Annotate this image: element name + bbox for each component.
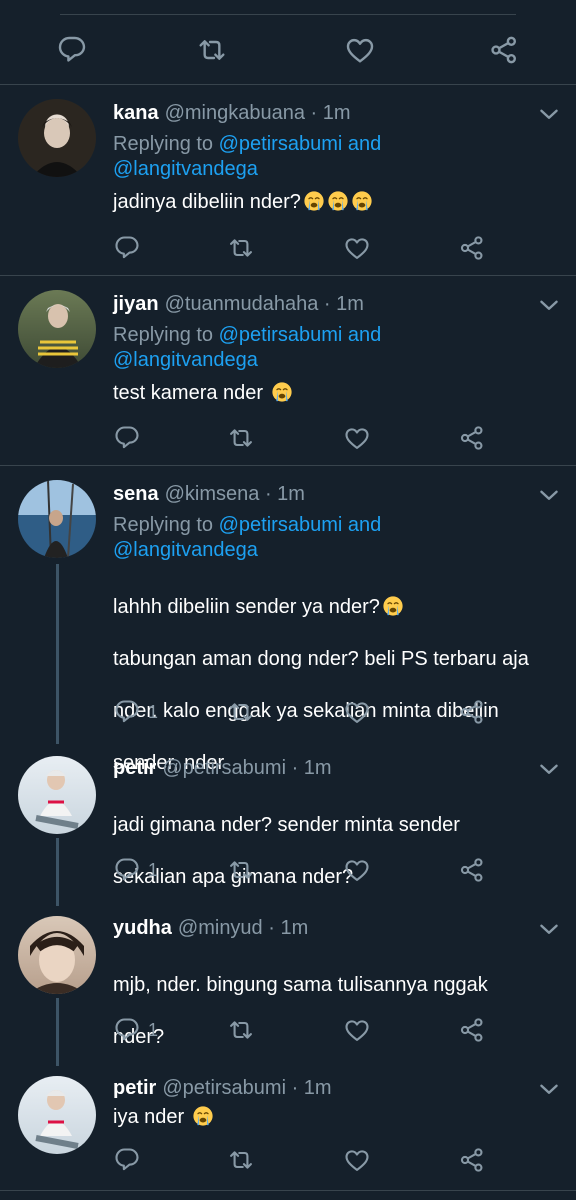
avatar[interactable] (18, 756, 96, 834)
handle[interactable]: @tuanmudahaha (165, 293, 319, 315)
reply-tweet[interactable]: petir @petirsabumi · 1m iya nder (0, 1066, 576, 1190)
reply-icon[interactable] (113, 1146, 141, 1174)
timestamp[interactable]: · 1m (311, 102, 351, 124)
crying-emoji-icon (271, 381, 293, 403)
retweet-icon[interactable] (227, 1016, 255, 1044)
retweet-icon[interactable] (227, 1146, 255, 1174)
share-icon[interactable] (458, 424, 486, 452)
display-name[interactable]: petir (113, 757, 156, 779)
share-icon[interactable] (458, 856, 486, 884)
share-icon[interactable] (458, 1146, 486, 1174)
reply-icon[interactable] (113, 424, 141, 452)
like-icon[interactable] (344, 34, 376, 66)
handle[interactable]: @mingkabuana (165, 102, 305, 124)
timestamp[interactable]: · 1m (324, 293, 364, 315)
timestamp[interactable]: · 1m (268, 917, 308, 939)
like-icon[interactable] (343, 234, 371, 262)
like-icon[interactable] (343, 856, 371, 884)
share-icon[interactable] (458, 698, 486, 726)
mention-link[interactable]: @langitvandega (113, 349, 258, 371)
chevron-down-icon[interactable] (536, 482, 562, 513)
mention-link[interactable]: @langitvandega (113, 539, 258, 561)
retweet-icon[interactable] (196, 34, 228, 66)
tweet-header: petir @petirsabumi · 1m (113, 756, 332, 780)
like-icon[interactable] (343, 424, 371, 452)
handle[interactable]: @petirsabumi (162, 757, 286, 779)
like-icon[interactable] (343, 1146, 371, 1174)
retweet-icon[interactable] (227, 424, 255, 452)
replying-to: Replying to @petirsabumi and @langitvand… (113, 514, 382, 561)
tweet-header: kana @mingkabuana · 1m (113, 101, 351, 125)
thread-line (56, 998, 59, 1066)
display-name[interactable]: yudha (113, 917, 172, 939)
replying-to: Replying to @petirsabumi and @langitvand… (113, 133, 382, 180)
retweet-icon[interactable] (227, 698, 255, 726)
timestamp[interactable]: · 1m (292, 757, 332, 779)
reply-count: 1 (148, 702, 159, 722)
tweet-header: jiyan @tuanmudahaha · 1m (113, 292, 364, 316)
handle[interactable]: @kimsena (165, 483, 260, 505)
chevron-down-icon[interactable] (536, 756, 562, 787)
reply-tweet[interactable]: kana @mingkabuana · 1m Replying to @petir… (0, 85, 576, 275)
display-name[interactable]: petir (113, 1077, 156, 1099)
reply-count: 1 (148, 1020, 159, 1040)
tweet-header: petir @petirsabumi · 1m (113, 1076, 332, 1100)
share-icon[interactable] (488, 34, 520, 66)
display-name[interactable]: kana (113, 102, 159, 124)
tweet-header: sena @kimsena · 1m (113, 482, 305, 506)
share-icon[interactable] (458, 1016, 486, 1044)
retweet-icon[interactable] (227, 234, 255, 262)
reply-tweet[interactable]: jiyan @tuanmudahaha · 1m Replying to @pet… (0, 276, 576, 465)
tweet-text: test kamera nder (113, 380, 565, 406)
chevron-down-icon[interactable] (536, 292, 562, 323)
divider (0, 1190, 576, 1191)
reply-icon[interactable] (56, 34, 88, 66)
display-name[interactable]: jiyan (113, 293, 159, 315)
handle[interactable]: @petirsabumi (162, 1077, 286, 1099)
timestamp[interactable]: · 1m (292, 1077, 332, 1099)
replying-to: Replying to @petirsabumi and @langitvand… (113, 324, 382, 371)
main-tweet-action-bar (0, 16, 576, 84)
avatar[interactable] (18, 1076, 96, 1154)
tweet-text: jadi gimana nder? sender minta sender se… (113, 814, 460, 888)
tweet-text: mjb, nder. bingung sama tulisannya nggak… (113, 974, 488, 1048)
timestamp[interactable]: · 1m (265, 483, 305, 505)
handle[interactable]: @minyud (178, 917, 263, 939)
crying-emoji-icon (303, 190, 325, 212)
crying-emoji-icon (192, 1105, 214, 1127)
crying-emoji-icon (382, 595, 404, 617)
crying-emoji-icon (327, 190, 349, 212)
avatar[interactable] (18, 480, 96, 558)
thread-line (56, 838, 59, 906)
thread-line (56, 564, 59, 744)
reply-icon[interactable] (113, 856, 141, 884)
avatar[interactable] (18, 290, 96, 368)
chevron-down-icon[interactable] (536, 1076, 562, 1107)
reply-icon[interactable] (113, 698, 141, 726)
mention-link[interactable]: @langitvandega (113, 158, 258, 180)
display-name[interactable]: sena (113, 483, 159, 505)
like-icon[interactable] (343, 1016, 371, 1044)
mention-link[interactable]: @petirsabumi (219, 133, 343, 155)
reply-icon[interactable] (113, 1016, 141, 1044)
tweet-header: yudha @minyud · 1m (113, 916, 308, 940)
top-separator (0, 0, 576, 16)
share-icon[interactable] (458, 234, 486, 262)
tweet-text: jadinya dibeliin nder? (113, 189, 565, 215)
mention-link[interactable]: @petirsabumi (219, 514, 343, 536)
tweet-text: iya nder (113, 1104, 565, 1130)
crying-emoji-icon (351, 190, 373, 212)
avatar[interactable] (18, 99, 96, 177)
reply-tweet[interactable]: sena @kimsena · 1m Replying to @petirsabu… (0, 466, 576, 774)
reply-count: 1 (148, 860, 159, 880)
retweet-icon[interactable] (227, 856, 255, 884)
reply-tweet[interactable]: petir @petirsabumi · 1m jadi gimana nder?… (0, 746, 576, 906)
reply-tweet[interactable]: yudha @minyud · 1m mjb, nder. bingung sam… (0, 906, 576, 1066)
chevron-down-icon[interactable] (536, 101, 562, 132)
avatar[interactable] (18, 916, 96, 994)
like-icon[interactable] (343, 698, 371, 726)
reply-icon[interactable] (113, 234, 141, 262)
chevron-down-icon[interactable] (536, 916, 562, 947)
mention-link[interactable]: @petirsabumi (219, 324, 343, 346)
